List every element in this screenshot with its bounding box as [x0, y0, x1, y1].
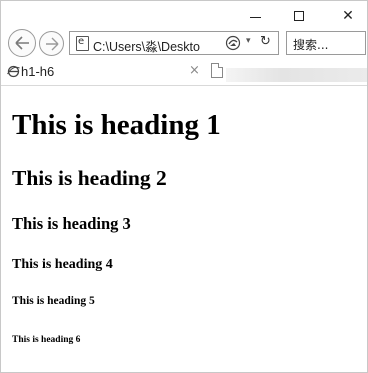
refresh-icon[interactable]: ↻: [260, 34, 271, 49]
ie-page-icon: [7, 65, 20, 78]
page-content: This is heading 1 This is heading 2 This…: [1, 86, 367, 372]
heading-4: This is heading 4: [12, 257, 113, 272]
tab-title: h1-h6: [21, 64, 55, 79]
chevron-down-icon[interactable]: ▾: [246, 36, 251, 46]
heading-3: This is heading 3: [12, 214, 131, 233]
maximize-icon: [294, 11, 304, 21]
tab-bar-background: [226, 68, 367, 82]
address-text[interactable]: C:\Users\淼\Deskto: [93, 36, 221, 55]
minimize-icon: [250, 17, 261, 18]
search-placeholder: 搜索...: [293, 38, 329, 52]
page-icon: e: [76, 36, 89, 51]
heading-6: This is heading 6: [12, 335, 81, 345]
heading-1: This is heading 1: [12, 109, 221, 141]
address-bar[interactable]: e C:\Users\淼\Deskto ▾ ↻: [69, 31, 279, 55]
heading-5: This is heading 5: [12, 295, 95, 307]
new-tab-button[interactable]: [208, 61, 226, 81]
tab-h1-h6[interactable]: h1-h6 ×: [1, 59, 207, 85]
back-button[interactable]: [8, 29, 36, 57]
compatibility-view-icon[interactable]: [225, 35, 241, 51]
close-icon: ✕: [342, 8, 354, 24]
close-button[interactable]: ✕: [337, 7, 359, 25]
browser-window: ✕ e C:\Users\淼\Deskto ▾ ↻ 搜索... h1-h6 × …: [0, 0, 368, 373]
page-fold: [218, 63, 223, 68]
tab-bar: h1-h6 ×: [1, 59, 367, 85]
search-input[interactable]: 搜索...: [286, 31, 366, 55]
heading-2: This is heading 2: [12, 166, 167, 190]
forward-button[interactable]: [39, 31, 64, 56]
minimize-button[interactable]: [245, 7, 267, 25]
back-arrow-icon: [15, 36, 29, 50]
tab-close-icon[interactable]: ×: [189, 63, 200, 78]
maximize-button[interactable]: [288, 7, 310, 25]
forward-arrow-icon: [46, 37, 59, 51]
